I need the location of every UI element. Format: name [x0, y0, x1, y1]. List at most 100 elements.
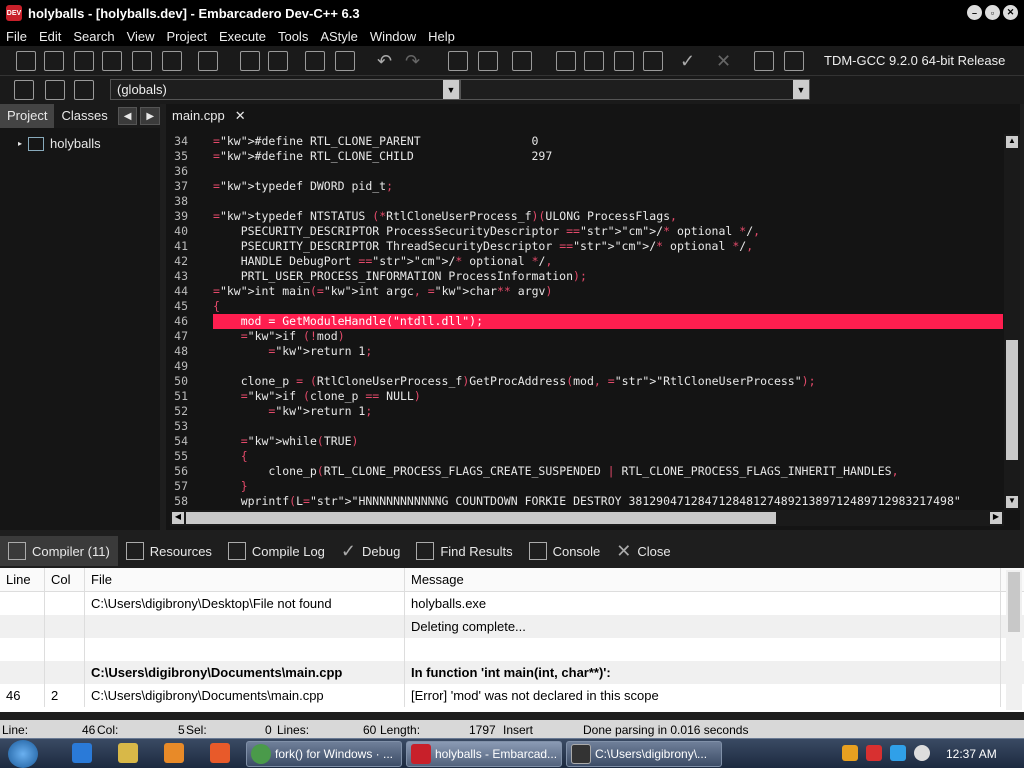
- comment-icon[interactable]: [512, 51, 532, 71]
- col-col[interactable]: Col: [45, 568, 85, 591]
- tab-compiler[interactable]: Compiler (11): [0, 536, 118, 566]
- menu-search[interactable]: Search: [67, 29, 120, 44]
- member-select[interactable]: ▼: [460, 79, 810, 100]
- code-line[interactable]: {: [213, 449, 1003, 464]
- code-line[interactable]: wprintf(L="str">"HNNNNNNNNNNNG COUNTDOWN…: [213, 494, 1003, 508]
- tab-find-results[interactable]: Find Results: [408, 536, 520, 566]
- minimize-button[interactable]: –: [967, 5, 982, 20]
- start-button[interactable]: [8, 740, 38, 768]
- code-line[interactable]: [213, 419, 1003, 434]
- undo-icon[interactable]: ↶: [377, 51, 397, 71]
- code-editor[interactable]: main.cpp ✕ 34 35 36 37 38 39 40 41 42 43 44 45 46 47 4…: [166, 104, 1020, 530]
- print-icon[interactable]: [198, 51, 218, 71]
- close-icon[interactable]: ✕: [235, 108, 246, 124]
- tray-network-icon[interactable]: [890, 745, 906, 761]
- scope-select[interactable]: (globals) ▼: [110, 79, 460, 100]
- scroll-thumb[interactable]: [1006, 340, 1018, 460]
- close-file-icon[interactable]: [132, 51, 152, 71]
- code-line[interactable]: [213, 194, 1003, 209]
- menu-view[interactable]: View: [121, 29, 161, 44]
- firefox-icon[interactable]: [210, 743, 230, 763]
- tray-flag-icon[interactable]: [866, 745, 882, 761]
- code-line[interactable]: ="kw">return 1;: [213, 404, 1003, 419]
- vertical-scrollbar[interactable]: ▲ ▼: [1004, 134, 1020, 510]
- close-button[interactable]: ✕: [1003, 5, 1018, 20]
- code-line[interactable]: mod = GetModuleHandle("ntdll.dll");: [213, 314, 1003, 329]
- scroll-left-icon[interactable]: ◀: [172, 512, 184, 524]
- tray-volume-icon[interactable]: [914, 745, 930, 761]
- save-all-icon[interactable]: [102, 51, 122, 71]
- col-file[interactable]: File: [85, 568, 405, 591]
- code-line[interactable]: [213, 359, 1003, 374]
- tab-compile-log[interactable]: Compile Log: [220, 536, 333, 566]
- message-row[interactable]: C:\Users\digibrony\Desktop\File not foun…: [0, 592, 1024, 615]
- tab-debug[interactable]: ✓ Debug: [333, 536, 408, 566]
- tab-resources[interactable]: Resources: [118, 536, 220, 566]
- chevron-down-icon[interactable]: ▼: [793, 80, 809, 99]
- menu-astyle[interactable]: AStyle: [314, 29, 364, 44]
- media-player-icon[interactable]: [164, 743, 184, 763]
- save-icon[interactable]: [74, 51, 94, 71]
- new-class-icon[interactable]: [448, 51, 468, 71]
- tab-project[interactable]: Project: [0, 104, 55, 128]
- project-tree-root[interactable]: ▸ holyballs: [18, 136, 101, 151]
- taskbar-item-cmd[interactable]: C:\Users\digibrony\...: [566, 741, 722, 767]
- open-folder-icon[interactable]: [44, 51, 64, 71]
- tray-search-icon[interactable]: [842, 745, 858, 761]
- code-line[interactable]: HANDLE DebugPort =="str">"cm">/* optiona…: [213, 254, 1003, 269]
- code-line[interactable]: ="kw">return 1;: [213, 344, 1003, 359]
- code-line[interactable]: PSECURITY_DESCRIPTOR ThreadSecurityDescr…: [213, 239, 1003, 254]
- menu-file[interactable]: File: [0, 29, 33, 44]
- code-line[interactable]: [213, 164, 1003, 179]
- menu-execute[interactable]: Execute: [213, 29, 272, 44]
- code-area[interactable]: ="kw">#define RTL_CLONE_PARENT 0 ="kw">#d…: [213, 134, 1003, 508]
- col-message[interactable]: Message: [405, 568, 1001, 591]
- menu-project[interactable]: Project: [161, 29, 213, 44]
- rebuild-icon[interactable]: [643, 51, 663, 71]
- chart-icon[interactable]: [754, 51, 774, 71]
- code-line[interactable]: ="kw">#define RTL_CLONE_CHILD 297: [213, 149, 1003, 164]
- message-row[interactable]: [0, 638, 1024, 661]
- menu-edit[interactable]: Edit: [33, 29, 67, 44]
- taskbar-item-devcpp[interactable]: holyballs - Embarcad...: [406, 741, 562, 767]
- redo-icon[interactable]: ↷: [405, 51, 425, 71]
- code-line[interactable]: clone_p = (RtlCloneUserProcess_f)GetProc…: [213, 374, 1003, 389]
- new-file-icon[interactable]: [16, 51, 36, 71]
- taskbar-item-chrome[interactable]: fork() for Windows · ...: [246, 741, 402, 767]
- message-row[interactable]: C:\Users\digibrony\Documents\main.cpp In …: [0, 661, 1024, 684]
- message-row[interactable]: 46 2 C:\Users\digibrony\Documents\main.cpp…: [0, 684, 1024, 707]
- code-line[interactable]: clone_p(RTL_CLONE_PROCESS_FLAGS_CREATE_S…: [213, 464, 1003, 479]
- replace-icon[interactable]: [268, 51, 288, 71]
- maximize-button[interactable]: ▫: [985, 5, 1000, 20]
- explorer-icon[interactable]: [118, 743, 138, 763]
- message-row[interactable]: Deleting complete...: [0, 615, 1024, 638]
- code-line[interactable]: ="kw">typedef NTSTATUS (*RtlCloneUserPro…: [213, 209, 1003, 224]
- menu-window[interactable]: Window: [364, 29, 422, 44]
- clock[interactable]: 12:37 AM: [946, 747, 997, 761]
- chevron-down-icon[interactable]: ▼: [443, 80, 459, 99]
- col-line[interactable]: Line: [0, 568, 45, 591]
- scroll-down-icon[interactable]: ▼: [1006, 496, 1018, 508]
- remove-icon[interactable]: [478, 51, 498, 71]
- stop-icon[interactable]: ✕: [716, 51, 736, 71]
- code-line[interactable]: ="kw">#define RTL_CLONE_PARENT 0: [213, 134, 1003, 149]
- scroll-right-icon[interactable]: ▶: [990, 512, 1002, 524]
- find-icon[interactable]: [240, 51, 260, 71]
- nav-left-icon[interactable]: ◀: [117, 107, 138, 125]
- code-line[interactable]: ="kw">if (clone_p == NULL): [213, 389, 1003, 404]
- nav-right-icon[interactable]: ▶: [140, 107, 160, 125]
- bookmark-icon[interactable]: [45, 80, 65, 100]
- messages-scroll-thumb[interactable]: [1008, 572, 1020, 632]
- code-line[interactable]: PSECURITY_DESCRIPTOR ProcessSecurityDesc…: [213, 224, 1003, 239]
- compiler-select[interactable]: TDM-GCC 9.2.0 64-bit Release: [818, 50, 1024, 72]
- code-line[interactable]: PRTL_USER_PROCESS_INFORMATION ProcessInf…: [213, 269, 1003, 284]
- menu-help[interactable]: Help: [422, 29, 461, 44]
- code-line[interactable]: ="kw">if (!mod): [213, 329, 1003, 344]
- horizontal-scrollbar[interactable]: ◀ ▶: [170, 510, 1004, 526]
- ie-icon[interactable]: [72, 743, 92, 763]
- code-line[interactable]: ="kw">int main(="kw">int argc, ="kw">cha…: [213, 284, 1003, 299]
- goto-icon[interactable]: [14, 80, 34, 100]
- hscroll-thumb[interactable]: [186, 512, 776, 524]
- profile-delete-icon[interactable]: [784, 51, 804, 71]
- scroll-up-icon[interactable]: ▲: [1006, 136, 1018, 148]
